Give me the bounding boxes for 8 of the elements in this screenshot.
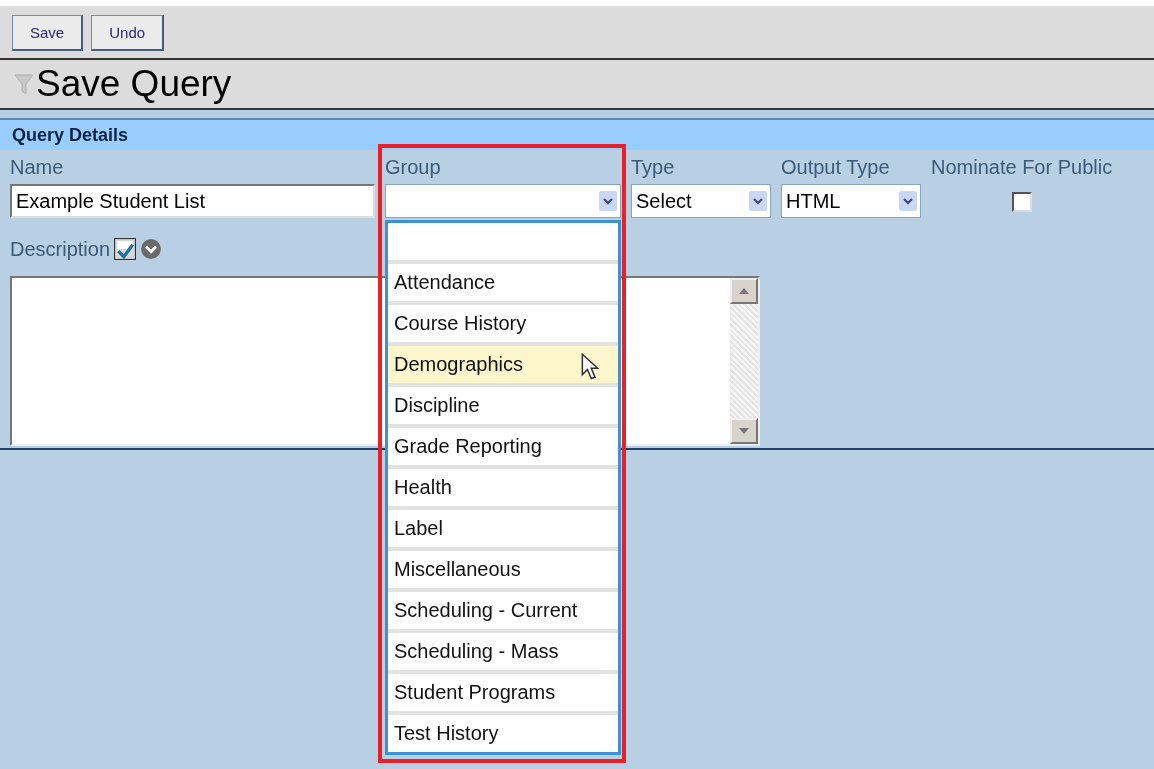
- field-label: Name: [10, 155, 65, 180]
- field-label: Output Type: [781, 155, 891, 180]
- section-header: Query Details: [0, 118, 1154, 150]
- field-label: Type: [631, 155, 676, 180]
- page-title: Save Query: [36, 63, 232, 105]
- field-label: Group: [385, 155, 442, 180]
- field-label: Nominate For Public: [931, 155, 1113, 180]
- field-label: Description: [10, 237, 111, 262]
